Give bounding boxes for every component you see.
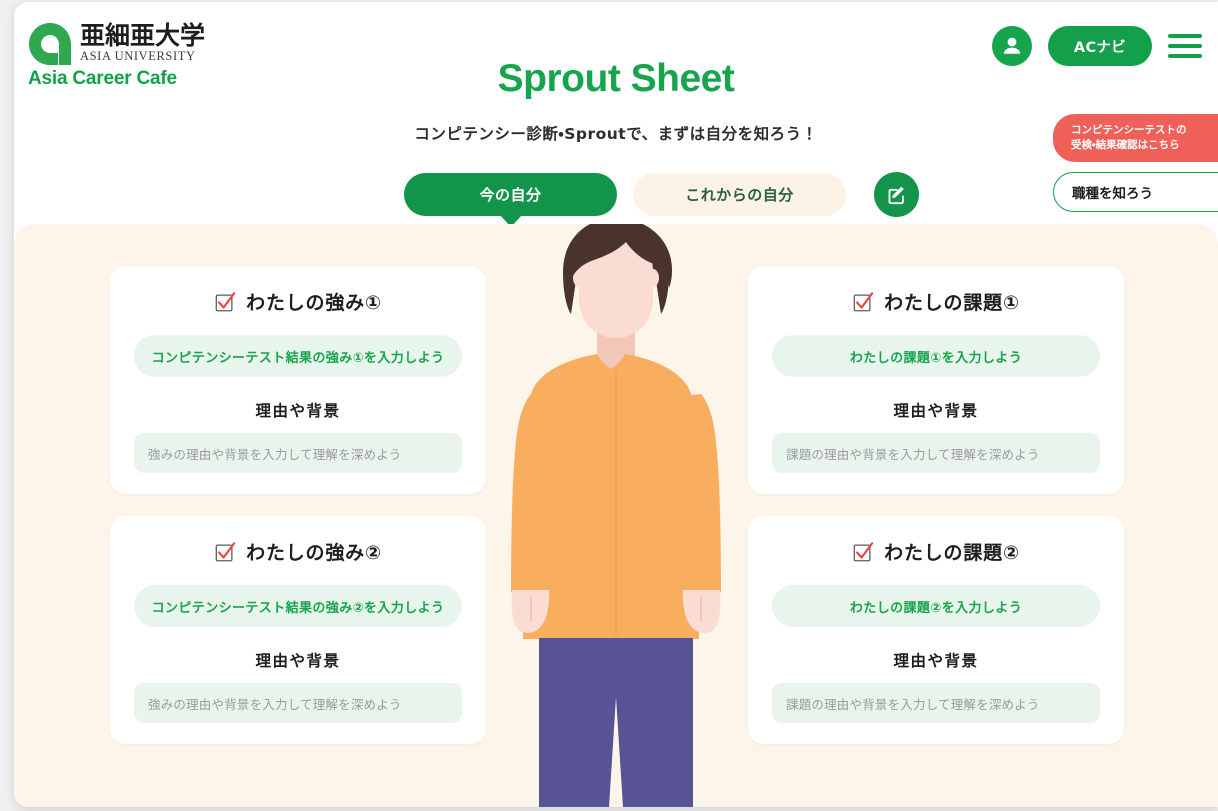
card-header: わたしの課題① [772, 288, 1100, 315]
issue-input-2[interactable]: わたしの課題②を入力しよう [772, 585, 1100, 627]
user-avatar-icon [1003, 37, 1021, 54]
competency-test-line-1: コンピテンシーテストの [1071, 124, 1187, 136]
card-strength-1: わたしの強み① コンピテンシーテスト結果の強み①を入力しよう 理由や背景 強みの… [110, 266, 486, 494]
app-page: 亜細亜大学 ASIA UNIVERSITY Asia Career Cafe S… [14, 2, 1218, 807]
competency-test-line-2: 受検・結果確認はこちら [1071, 139, 1180, 152]
page-header: 亜細亜大学 ASIA UNIVERSITY Asia Career Cafe S… [14, 2, 1218, 224]
card-header: わたしの課題② [772, 538, 1100, 565]
user-avatar-button[interactable] [991, 26, 1032, 66]
hamburger-menu-icon[interactable] [1168, 34, 1202, 58]
checked-checkbox-icon [853, 291, 874, 311]
reason-heading: 理由や背景 [255, 402, 341, 420]
page-subtitle: コンピテンシー診断・Sproutで、まずは自分を知ろう！ [414, 125, 818, 143]
sheet-body: わたしの強み① コンピテンシーテスト結果の強み①を入力しよう 理由や背景 強みの… [14, 224, 1218, 807]
competency-test-link-button[interactable]: コンピテンシーテストの 受検・結果確認はこちら [1053, 114, 1218, 163]
reason-heading: 理由や背景 [893, 652, 979, 670]
card-title: わたしの強み① [246, 292, 382, 314]
card-title: わたしの課題② [884, 542, 1020, 564]
issue-reason-textarea-2[interactable]: 課題の理由や背景を入力して理解を深めよう [772, 683, 1100, 723]
card-strength-2: わたしの強み② コンピテンシーテスト結果の強み②を入力しよう 理由や背景 強みの… [110, 516, 486, 744]
edit-pencil-square-icon [888, 186, 904, 204]
strength-reason-textarea-1[interactable]: 強みの理由や背景を入力して理解を深めよう [134, 433, 462, 473]
checked-checkbox-icon [853, 541, 874, 561]
header-actions: ACナビ [991, 26, 1202, 66]
brand-name-jp: 亜細亜大学 [80, 21, 206, 50]
card-header: わたしの強み② [134, 538, 462, 565]
acnavi-button[interactable]: ACナビ [1047, 26, 1152, 66]
card-issue-2: わたしの課題② わたしの課題②を入力しよう 理由や背景 課題の理由や背景を入力し… [748, 516, 1124, 744]
strength-input-1[interactable]: コンピテンシーテスト結果の強み①を入力しよう [134, 335, 462, 377]
checked-checkbox-icon [215, 541, 236, 561]
issue-reason-textarea-1[interactable]: 課題の理由や背景を入力して理解を深めよう [772, 433, 1100, 473]
checked-checkbox-icon [215, 291, 236, 311]
reason-heading: 理由や背景 [893, 402, 979, 420]
edit-sheet-button[interactable] [874, 172, 919, 217]
card-title: わたしの強み② [246, 542, 382, 564]
tab-future-self[interactable]: これからの自分 [633, 173, 846, 216]
strength-input-2[interactable]: コンピテンシーテスト結果の強み②を入力しよう [134, 585, 462, 627]
issue-input-1[interactable]: わたしの課題①を入力しよう [772, 335, 1100, 377]
cards-grid: わたしの強み① コンピテンシーテスト結果の強み①を入力しよう 理由や背景 強みの… [14, 224, 1218, 807]
job-types-link-button[interactable]: 職種を知ろう [1053, 172, 1218, 212]
strength-reason-textarea-2[interactable]: 強みの理由や背景を入力して理解を深めよう [134, 683, 462, 723]
card-header: わたしの強み① [134, 288, 462, 315]
tab-current-self[interactable]: 今の自分 [404, 173, 617, 216]
card-issue-1: わたしの課題① わたしの課題①を入力しよう 理由や背景 課題の理由や背景を入力し… [748, 266, 1124, 494]
reason-heading: 理由や背景 [255, 652, 341, 670]
card-title: わたしの課題① [884, 292, 1020, 314]
view-tabs: 今の自分 これからの自分 [404, 172, 919, 217]
